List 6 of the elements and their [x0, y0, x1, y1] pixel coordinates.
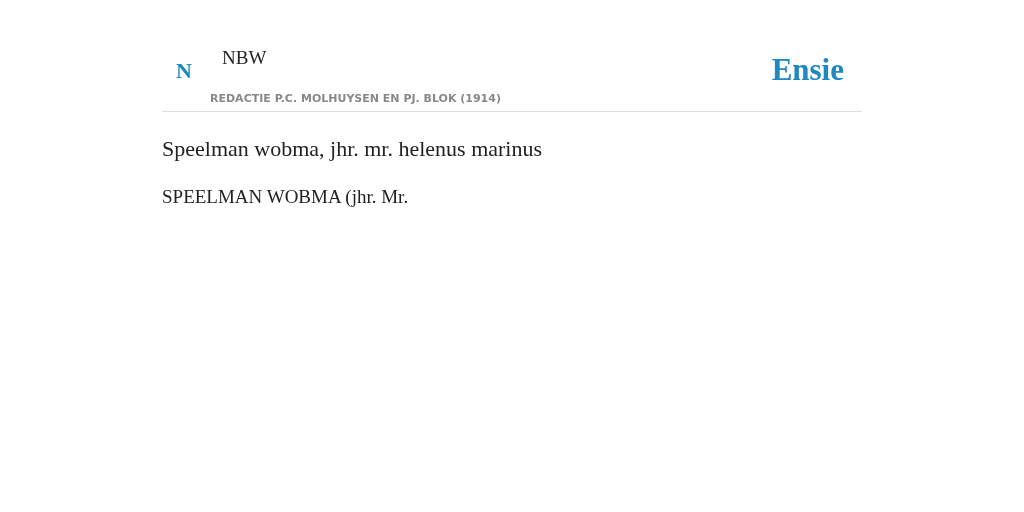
source-initial: N — [176, 58, 193, 84]
brand-logo[interactable]: Ensie — [771, 52, 844, 88]
article-text: SPEELMAN WOBMA (jhr. Mr. — [162, 186, 410, 208]
article-title: Speelman wobma, jhr. mr. helenus marinus — [162, 136, 544, 162]
source-editors: REDACTIE P.C. MOLHUYSEN EN PJ. BLOK (1914) — [210, 92, 501, 105]
source-name: NBW — [222, 46, 268, 70]
